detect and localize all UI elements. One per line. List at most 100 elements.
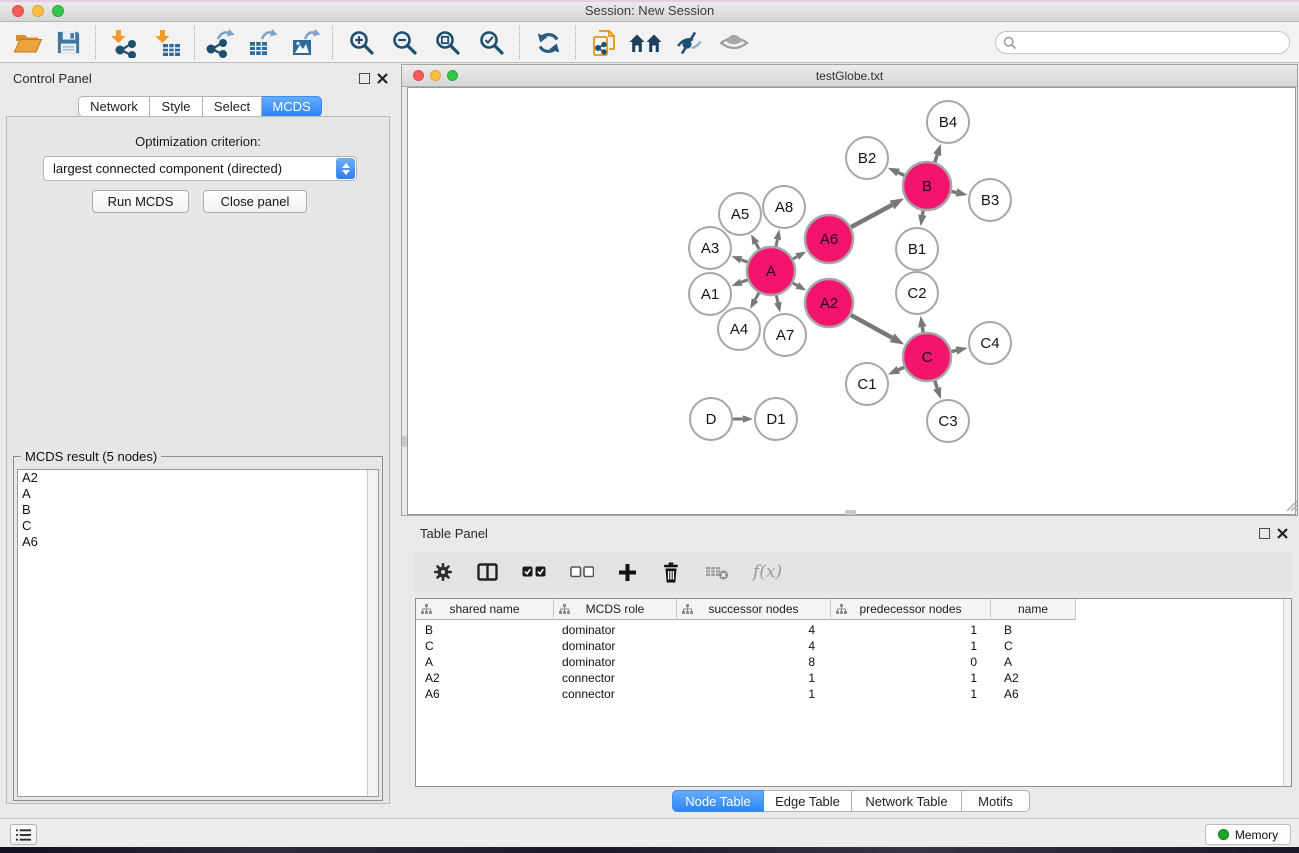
open-folder-icon	[13, 29, 43, 57]
control-panel-float-button[interactable]	[359, 73, 370, 84]
tab-style[interactable]: Style	[150, 96, 203, 117]
open-session-button[interactable]	[10, 25, 46, 60]
graph-edge[interactable]	[756, 243, 759, 249]
graph-node-label: A2	[820, 295, 838, 312]
graph-node-label: A1	[701, 286, 719, 303]
graph-edge[interactable]	[935, 155, 937, 163]
resize-grip-icon[interactable]	[1283, 497, 1298, 512]
graph-edge[interactable]	[922, 327, 923, 332]
import-network-icon	[108, 28, 138, 58]
tab-network[interactable]: Network	[78, 96, 150, 117]
vertical-scroll-nub[interactable]	[402, 436, 407, 447]
tab-motifs[interactable]: Motifs	[962, 790, 1030, 812]
table-cell: 1	[831, 639, 991, 653]
result-list-scrollbar[interactable]	[367, 470, 378, 796]
graph-node-label: B2	[858, 150, 876, 167]
hide-graphics-details-button[interactable]	[671, 25, 707, 60]
column-header-successor-nodes[interactable]: successor nodes	[677, 599, 831, 620]
graph-edge[interactable]	[935, 381, 937, 389]
table-row[interactable]: A6connector11A6	[416, 686, 1291, 702]
graph-edge[interactable]	[755, 293, 759, 300]
mcds-result-list[interactable]: A2ABCA6	[17, 469, 379, 797]
node-table[interactable]: shared nameMCDS rolesuccessor nodesprede…	[415, 598, 1292, 787]
tab-select[interactable]: Select	[203, 96, 262, 117]
graph-edge[interactable]	[741, 280, 748, 282]
graph-node-label: A6	[820, 231, 838, 248]
memory-button[interactable]: Memory	[1205, 824, 1291, 845]
network-window-titlebar[interactable]: testGlobe.txt	[402, 65, 1297, 87]
table-cell: 8	[677, 655, 831, 669]
table-row[interactable]: Bdominator41B	[416, 622, 1291, 638]
column-header-name[interactable]: name	[991, 599, 1076, 620]
zoom-in-button[interactable]	[343, 25, 379, 60]
new-network-from-selection-button[interactable]	[586, 25, 622, 60]
criterion-dropdown[interactable]: largest connected component (directed)	[43, 156, 357, 181]
graph-edge[interactable]	[922, 211, 923, 215]
import-network-button[interactable]	[105, 25, 141, 60]
table-cell: connector	[554, 687, 677, 701]
tab-edge-table[interactable]: Edge Table	[764, 790, 852, 812]
add-column-plus-icon[interactable]	[618, 563, 637, 582]
result-item[interactable]: C	[18, 518, 378, 534]
column-header-predecessor-nodes[interactable]: predecessor nodes	[831, 599, 991, 620]
tab-mcds[interactable]: MCDS	[262, 96, 322, 117]
tab-network-table[interactable]: Network Table	[852, 790, 962, 812]
table-row[interactable]: Adominator80A	[416, 654, 1291, 670]
table-settings-gear-icon[interactable]	[433, 562, 453, 582]
show-columns-icon[interactable]	[477, 563, 498, 581]
deselect-all-icon[interactable]	[570, 566, 594, 578]
zoom-fit-button[interactable]	[429, 25, 465, 60]
search-input[interactable]	[1017, 36, 1267, 50]
task-history-button[interactable]	[10, 824, 37, 845]
network-graph[interactable]: AA1A2A3A4A5A6A7A8BB1B2B3B4CC1C2C3C4DD1	[408, 88, 1297, 514]
save-session-button[interactable]	[50, 25, 86, 60]
zoom-selected-button[interactable]	[473, 25, 509, 60]
first-neighbors-button[interactable]	[627, 25, 663, 60]
delete-trash-icon[interactable]	[661, 562, 681, 583]
control-panel-close-icon[interactable]	[377, 73, 388, 84]
export-table-button[interactable]	[245, 25, 281, 60]
table-row[interactable]: Cdominator41C	[416, 638, 1291, 654]
graph-edge[interactable]	[951, 350, 956, 351]
close-panel-button[interactable]: Close panel	[203, 190, 307, 213]
graph-edge[interactable]	[898, 173, 904, 176]
result-item[interactable]: B	[18, 502, 378, 518]
graph-edge-arrowhead	[918, 316, 926, 328]
graph-node-label: B3	[981, 192, 999, 209]
export-image-button[interactable]	[288, 25, 324, 60]
zoom-out-icon	[391, 29, 418, 56]
table-cell: 1	[831, 671, 991, 685]
result-item[interactable]: A2	[18, 470, 378, 486]
network-canvas[interactable]: AA1A2A3A4A5A6A7A8BB1B2B3B4CC1C2C3C4DD1	[407, 87, 1296, 515]
result-item[interactable]: A6	[18, 534, 378, 550]
graph-edge[interactable]	[851, 205, 892, 227]
import-table-button[interactable]	[149, 25, 185, 60]
table-row[interactable]: A2connector11A2	[416, 670, 1291, 686]
table-scrollbar[interactable]	[1283, 599, 1291, 786]
graph-edge[interactable]	[851, 315, 892, 338]
export-network-button[interactable]	[202, 25, 238, 60]
horizontal-scroll-nub[interactable]	[845, 510, 856, 515]
select-all-icon[interactable]	[522, 566, 546, 578]
graph-edge[interactable]	[776, 240, 777, 247]
graph-edge[interactable]	[951, 191, 956, 192]
table-panel-float-button[interactable]	[1259, 528, 1270, 539]
result-item[interactable]: A	[18, 486, 378, 502]
apply-layout-button[interactable]	[530, 25, 566, 60]
tab-node-table[interactable]: Node Table	[672, 790, 764, 812]
graph-edge[interactable]	[741, 260, 748, 262]
search-field[interactable]	[995, 31, 1290, 54]
graph-edge[interactable]	[793, 256, 797, 258]
graph-edge[interactable]	[793, 283, 797, 285]
task-list-icon	[16, 828, 31, 842]
run-mcds-button[interactable]: Run MCDS	[92, 190, 189, 213]
table-panel-close-icon[interactable]	[1277, 528, 1288, 539]
column-header-MCDS-role[interactable]: MCDS role	[554, 599, 677, 620]
graph-edge[interactable]	[898, 367, 904, 370]
graph-edge-arrowhead	[933, 144, 941, 156]
toggle-views-button[interactable]	[716, 25, 752, 60]
graph-edge[interactable]	[776, 295, 778, 302]
zoom-out-button[interactable]	[386, 25, 422, 60]
column-header-shared-name[interactable]: shared name	[416, 599, 554, 620]
window-titlebar[interactable]: Session: New Session	[0, 0, 1299, 22]
